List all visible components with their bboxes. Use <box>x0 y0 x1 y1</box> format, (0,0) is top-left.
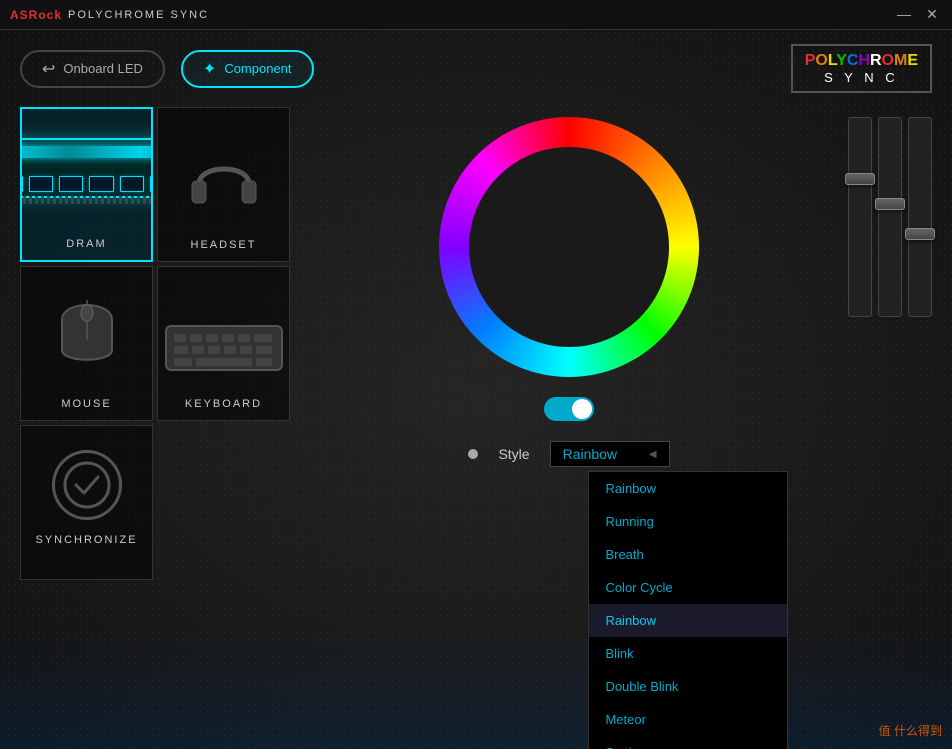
rainbow-ring-inner <box>469 147 669 347</box>
dram-label: DRAM <box>66 238 106 250</box>
dram-pins <box>20 196 153 204</box>
synchronize-card[interactable]: Synchronize <box>20 425 153 580</box>
toggle-area <box>544 397 594 421</box>
headset-card[interactable]: Headset <box>157 107 290 262</box>
style-dropdown[interactable]: Rainbow ◀ <box>550 441 670 467</box>
synchronize-label: Synchronize <box>35 534 137 546</box>
dropdown-item-running[interactable]: Running <box>589 505 787 538</box>
power-toggle[interactable] <box>544 397 594 421</box>
slider-thumb-2[interactable] <box>875 198 905 210</box>
dram-slots <box>20 176 153 192</box>
bottom-gradient <box>0 629 952 749</box>
slider-container-3 <box>908 117 932 317</box>
dropdown-item-meteor[interactable]: Meteor <box>589 703 787 736</box>
center-panel: Style Rainbow ◀ Rainbow Running Breath C… <box>310 107 828 580</box>
window-controls: — ✕ <box>894 6 942 23</box>
dram-slot <box>59 176 83 192</box>
logo-line1: POLYCHROME <box>805 52 918 70</box>
polychrome-logo: POLYCHROME S Y N C <box>791 44 932 93</box>
device-grid: DRAM Headset <box>20 107 290 580</box>
dram-stick <box>20 138 153 198</box>
dram-slot <box>120 176 144 192</box>
app-title: POLYCHROME SYNC <box>68 9 209 21</box>
dram-slot <box>29 176 53 192</box>
headset-label: Headset <box>191 239 257 251</box>
dram-slot <box>150 176 153 192</box>
dram-led-strip <box>20 146 153 158</box>
header-nav: ↩ Onboard LED ✦ Component POLYCHROME S Y… <box>0 30 952 107</box>
slider-track-1[interactable] <box>848 117 872 317</box>
mouse-label: Mouse <box>61 398 111 410</box>
toggle-knob <box>572 399 592 419</box>
dram-slot <box>20 176 23 192</box>
dropdown-menu: Rainbow Running Breath Color Cycle Rainb… <box>588 471 788 749</box>
slider-track-3[interactable] <box>908 117 932 317</box>
slider-container-1 <box>848 117 872 317</box>
keyboard-card[interactable]: Keyboard <box>157 266 290 421</box>
dropdown-item-blink[interactable]: Blink <box>589 637 787 670</box>
slider-container-2 <box>878 117 902 317</box>
mouse-card[interactable]: Mouse <box>20 266 153 421</box>
app-container: ↩ Onboard LED ✦ Component POLYCHROME S Y… <box>0 30 952 749</box>
dropdown-item-breath[interactable]: Breath <box>589 538 787 571</box>
dram-illustration <box>20 138 153 228</box>
dropdown-item-double-blink[interactable]: Double Blink <box>589 670 787 703</box>
style-label: Style <box>498 446 529 462</box>
rainbow-ring-container <box>439 117 699 377</box>
slider-thumb-3[interactable] <box>905 228 935 240</box>
keyboard-illustration <box>164 318 284 388</box>
dram-card[interactable]: DRAM <box>20 107 153 262</box>
main-layout: DRAM Headset <box>0 107 952 580</box>
onboard-led-label: Onboard LED <box>63 61 143 76</box>
component-button[interactable]: ✦ Component <box>181 50 314 88</box>
slider-thumb-1[interactable] <box>845 173 875 185</box>
sync-icon <box>52 450 122 520</box>
onboard-led-icon: ↩ <box>42 59 55 79</box>
dropdown-arrow-icon: ◀ <box>649 449 657 460</box>
component-icon: ✦ <box>203 59 216 79</box>
keyboard-label: Keyboard <box>185 398 262 410</box>
dropdown-item-static[interactable]: Static <box>589 736 787 749</box>
style-row: Style Rainbow ◀ Rainbow Running Breath C… <box>468 441 669 467</box>
style-dot <box>468 449 478 459</box>
mouse-illustration <box>52 285 122 388</box>
close-button[interactable]: ✕ <box>922 6 942 23</box>
dropdown-item-rainbow1[interactable]: Rainbow <box>589 472 787 505</box>
dram-slot <box>89 176 113 192</box>
title-bar: ASRock POLYCHROME SYNC — ✕ <box>0 0 952 30</box>
headset-illustration <box>184 139 264 229</box>
logo-line2: S Y N C <box>824 70 898 85</box>
onboard-led-button[interactable]: ↩ Onboard LED <box>20 50 165 88</box>
watermark: 值 什么得到 <box>879 722 942 739</box>
dropdown-item-color-cycle[interactable]: Color Cycle <box>589 571 787 604</box>
rainbow-ring <box>439 117 699 377</box>
dropdown-item-rainbow2[interactable]: Rainbow <box>589 604 787 637</box>
component-label: Component <box>224 61 291 76</box>
style-current-value: Rainbow <box>563 446 617 462</box>
sliders-panel <box>848 107 932 580</box>
brand-logo: ASRock <box>10 8 62 22</box>
slider-track-2[interactable] <box>878 117 902 317</box>
minimize-button[interactable]: — <box>894 6 914 23</box>
